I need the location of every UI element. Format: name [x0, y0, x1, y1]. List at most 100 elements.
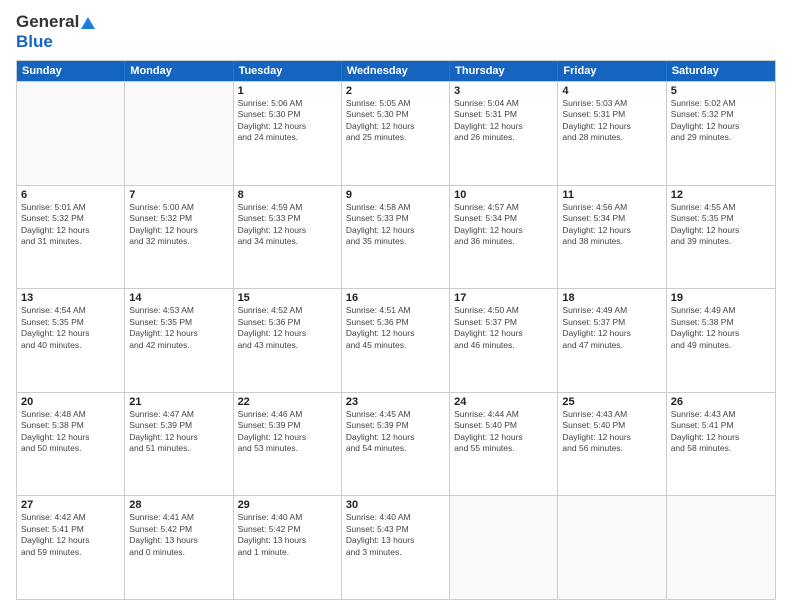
day-info: Sunrise: 4:55 AM Sunset: 5:35 PM Dayligh… — [671, 202, 771, 248]
calendar-cell: 17Sunrise: 4:50 AM Sunset: 5:37 PM Dayli… — [450, 289, 558, 392]
calendar-cell: 13Sunrise: 4:54 AM Sunset: 5:35 PM Dayli… — [17, 289, 125, 392]
day-number: 28 — [129, 499, 228, 511]
calendar-cell — [558, 496, 666, 599]
day-info: Sunrise: 4:56 AM Sunset: 5:34 PM Dayligh… — [562, 202, 661, 248]
day-number: 11 — [562, 189, 661, 201]
calendar-cell: 18Sunrise: 4:49 AM Sunset: 5:37 PM Dayli… — [558, 289, 666, 392]
calendar-cell: 26Sunrise: 4:43 AM Sunset: 5:41 PM Dayli… — [667, 393, 775, 496]
day-number: 7 — [129, 189, 228, 201]
logo-triangle-icon — [81, 17, 95, 29]
header-cell-thursday: Thursday — [450, 61, 558, 81]
day-info: Sunrise: 4:43 AM Sunset: 5:40 PM Dayligh… — [562, 409, 661, 455]
day-info: Sunrise: 4:42 AM Sunset: 5:41 PM Dayligh… — [21, 512, 120, 558]
day-number: 2 — [346, 85, 445, 97]
day-info: Sunrise: 4:52 AM Sunset: 5:36 PM Dayligh… — [238, 305, 337, 351]
header-cell-saturday: Saturday — [667, 61, 775, 81]
day-info: Sunrise: 5:01 AM Sunset: 5:32 PM Dayligh… — [21, 202, 120, 248]
calendar-week-3: 13Sunrise: 4:54 AM Sunset: 5:35 PM Dayli… — [17, 288, 775, 392]
calendar-cell: 6Sunrise: 5:01 AM Sunset: 5:32 PM Daylig… — [17, 186, 125, 289]
day-info: Sunrise: 4:44 AM Sunset: 5:40 PM Dayligh… — [454, 409, 553, 455]
calendar-cell: 27Sunrise: 4:42 AM Sunset: 5:41 PM Dayli… — [17, 496, 125, 599]
day-number: 10 — [454, 189, 553, 201]
calendar-cell — [450, 496, 558, 599]
calendar-cell: 25Sunrise: 4:43 AM Sunset: 5:40 PM Dayli… — [558, 393, 666, 496]
logo-blue: Blue — [16, 32, 53, 51]
calendar-cell: 19Sunrise: 4:49 AM Sunset: 5:38 PM Dayli… — [667, 289, 775, 392]
day-number: 12 — [671, 189, 771, 201]
day-info: Sunrise: 5:00 AM Sunset: 5:32 PM Dayligh… — [129, 202, 228, 248]
day-number: 6 — [21, 189, 120, 201]
calendar-cell: 29Sunrise: 4:40 AM Sunset: 5:42 PM Dayli… — [234, 496, 342, 599]
day-info: Sunrise: 4:45 AM Sunset: 5:39 PM Dayligh… — [346, 409, 445, 455]
calendar-cell: 10Sunrise: 4:57 AM Sunset: 5:34 PM Dayli… — [450, 186, 558, 289]
day-number: 15 — [238, 292, 337, 304]
calendar-week-2: 6Sunrise: 5:01 AM Sunset: 5:32 PM Daylig… — [17, 185, 775, 289]
day-info: Sunrise: 5:06 AM Sunset: 5:30 PM Dayligh… — [238, 98, 337, 144]
calendar-cell: 5Sunrise: 5:02 AM Sunset: 5:32 PM Daylig… — [667, 82, 775, 185]
day-number: 3 — [454, 85, 553, 97]
calendar-cell — [17, 82, 125, 185]
day-info: Sunrise: 4:58 AM Sunset: 5:33 PM Dayligh… — [346, 202, 445, 248]
calendar-cell: 4Sunrise: 5:03 AM Sunset: 5:31 PM Daylig… — [558, 82, 666, 185]
day-number: 19 — [671, 292, 771, 304]
logo-general: General — [16, 12, 79, 32]
calendar-cell: 22Sunrise: 4:46 AM Sunset: 5:39 PM Dayli… — [234, 393, 342, 496]
day-info: Sunrise: 4:54 AM Sunset: 5:35 PM Dayligh… — [21, 305, 120, 351]
day-number: 8 — [238, 189, 337, 201]
calendar-cell: 21Sunrise: 4:47 AM Sunset: 5:39 PM Dayli… — [125, 393, 233, 496]
day-info: Sunrise: 4:47 AM Sunset: 5:39 PM Dayligh… — [129, 409, 228, 455]
day-number: 29 — [238, 499, 337, 511]
day-info: Sunrise: 5:03 AM Sunset: 5:31 PM Dayligh… — [562, 98, 661, 144]
calendar-cell: 1Sunrise: 5:06 AM Sunset: 5:30 PM Daylig… — [234, 82, 342, 185]
calendar-cell: 20Sunrise: 4:48 AM Sunset: 5:38 PM Dayli… — [17, 393, 125, 496]
day-info: Sunrise: 4:49 AM Sunset: 5:37 PM Dayligh… — [562, 305, 661, 351]
calendar-cell: 14Sunrise: 4:53 AM Sunset: 5:35 PM Dayli… — [125, 289, 233, 392]
day-info: Sunrise: 4:43 AM Sunset: 5:41 PM Dayligh… — [671, 409, 771, 455]
day-info: Sunrise: 4:59 AM Sunset: 5:33 PM Dayligh… — [238, 202, 337, 248]
calendar-cell: 23Sunrise: 4:45 AM Sunset: 5:39 PM Dayli… — [342, 393, 450, 496]
header-cell-tuesday: Tuesday — [234, 61, 342, 81]
calendar-week-1: 1Sunrise: 5:06 AM Sunset: 5:30 PM Daylig… — [17, 81, 775, 185]
day-info: Sunrise: 5:04 AM Sunset: 5:31 PM Dayligh… — [454, 98, 553, 144]
day-info: Sunrise: 4:49 AM Sunset: 5:38 PM Dayligh… — [671, 305, 771, 351]
calendar-cell: 8Sunrise: 4:59 AM Sunset: 5:33 PM Daylig… — [234, 186, 342, 289]
day-info: Sunrise: 4:57 AM Sunset: 5:34 PM Dayligh… — [454, 202, 553, 248]
day-number: 26 — [671, 396, 771, 408]
day-info: Sunrise: 4:53 AM Sunset: 5:35 PM Dayligh… — [129, 305, 228, 351]
day-info: Sunrise: 4:46 AM Sunset: 5:39 PM Dayligh… — [238, 409, 337, 455]
day-number: 30 — [346, 499, 445, 511]
calendar-cell: 7Sunrise: 5:00 AM Sunset: 5:32 PM Daylig… — [125, 186, 233, 289]
day-number: 9 — [346, 189, 445, 201]
day-number: 17 — [454, 292, 553, 304]
calendar-week-4: 20Sunrise: 4:48 AM Sunset: 5:38 PM Dayli… — [17, 392, 775, 496]
day-number: 27 — [21, 499, 120, 511]
day-number: 1 — [238, 85, 337, 97]
day-number: 4 — [562, 85, 661, 97]
day-number: 18 — [562, 292, 661, 304]
day-number: 23 — [346, 396, 445, 408]
calendar-header: SundayMondayTuesdayWednesdayThursdayFrid… — [17, 61, 775, 81]
calendar-cell: 28Sunrise: 4:41 AM Sunset: 5:42 PM Dayli… — [125, 496, 233, 599]
day-number: 24 — [454, 396, 553, 408]
day-number: 5 — [671, 85, 771, 97]
header-cell-sunday: Sunday — [17, 61, 125, 81]
calendar-cell: 24Sunrise: 4:44 AM Sunset: 5:40 PM Dayli… — [450, 393, 558, 496]
calendar-body: 1Sunrise: 5:06 AM Sunset: 5:30 PM Daylig… — [17, 81, 775, 599]
day-number: 16 — [346, 292, 445, 304]
calendar-cell — [667, 496, 775, 599]
calendar-cell: 11Sunrise: 4:56 AM Sunset: 5:34 PM Dayli… — [558, 186, 666, 289]
day-number: 14 — [129, 292, 228, 304]
calendar-week-5: 27Sunrise: 4:42 AM Sunset: 5:41 PM Dayli… — [17, 495, 775, 599]
header-cell-friday: Friday — [558, 61, 666, 81]
day-info: Sunrise: 4:40 AM Sunset: 5:43 PM Dayligh… — [346, 512, 445, 558]
calendar-cell — [125, 82, 233, 185]
calendar-cell: 3Sunrise: 5:04 AM Sunset: 5:31 PM Daylig… — [450, 82, 558, 185]
day-info: Sunrise: 4:50 AM Sunset: 5:37 PM Dayligh… — [454, 305, 553, 351]
day-info: Sunrise: 4:40 AM Sunset: 5:42 PM Dayligh… — [238, 512, 337, 558]
day-info: Sunrise: 4:48 AM Sunset: 5:38 PM Dayligh… — [21, 409, 120, 455]
logo: General Blue — [16, 12, 95, 52]
day-info: Sunrise: 4:41 AM Sunset: 5:42 PM Dayligh… — [129, 512, 228, 558]
day-info: Sunrise: 4:51 AM Sunset: 5:36 PM Dayligh… — [346, 305, 445, 351]
calendar-cell: 15Sunrise: 4:52 AM Sunset: 5:36 PM Dayli… — [234, 289, 342, 392]
header-cell-wednesday: Wednesday — [342, 61, 450, 81]
